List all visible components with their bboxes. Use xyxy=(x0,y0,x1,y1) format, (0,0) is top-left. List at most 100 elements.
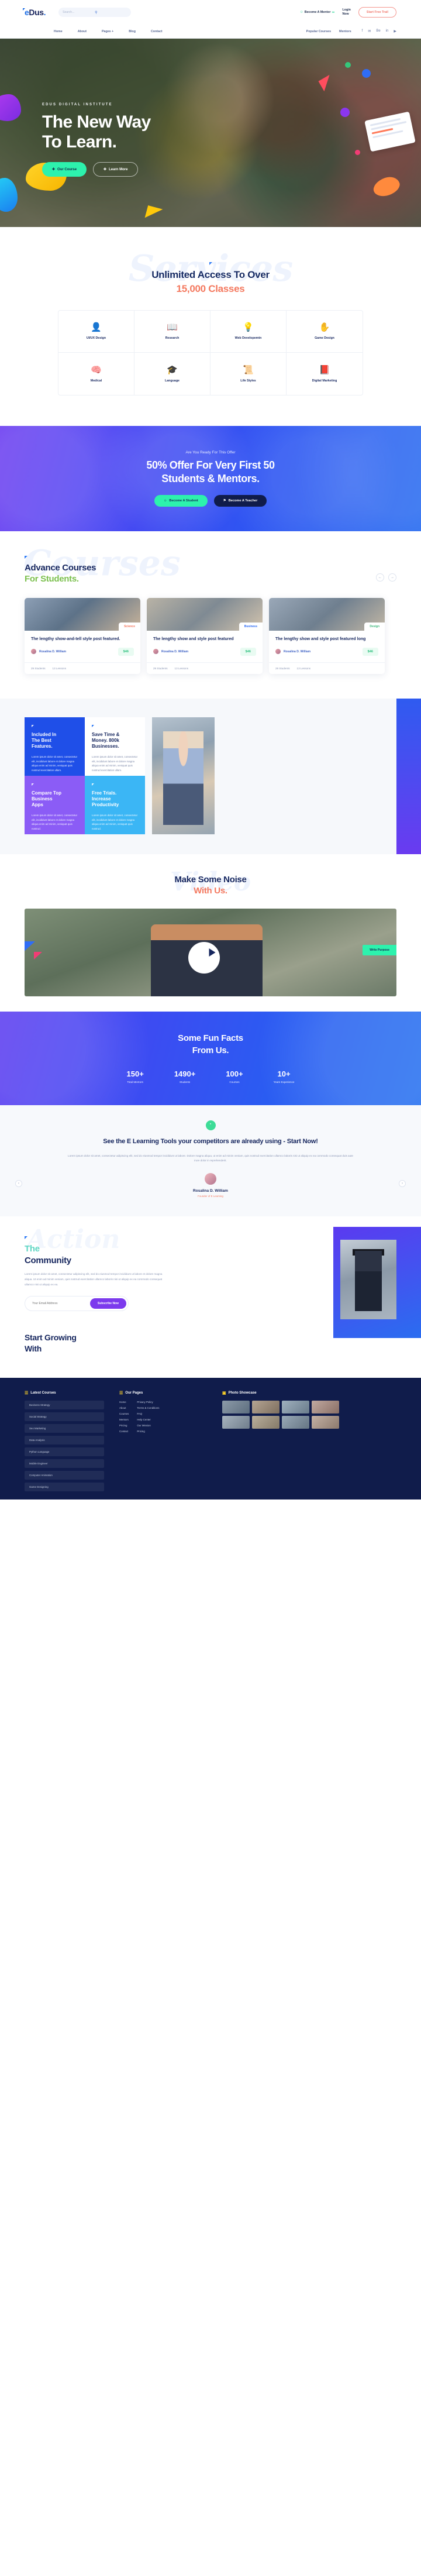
logo-dot: . xyxy=(43,8,46,17)
site-logo[interactable]: eDus. xyxy=(23,8,46,17)
hero-title-line1: The New Way xyxy=(42,112,151,132)
list-item[interactable]: Data Analysis xyxy=(25,1435,104,1445)
learn-more-button[interactable]: ✚ Learn More xyxy=(93,162,139,177)
brain-icon: 🧠 xyxy=(91,364,102,375)
search-input[interactable]: Search... ⚲ xyxy=(58,8,132,17)
arrow-left-icon[interactable]: ‹ xyxy=(15,1179,22,1187)
photo-thumbnail[interactable] xyxy=(222,1400,250,1413)
photo-thumbnail[interactable] xyxy=(312,1400,339,1413)
list-item[interactable]: Pricing xyxy=(137,1430,159,1433)
grow-title-line1: Start Growing xyxy=(25,1333,77,1343)
services-title: Unlimited Access To Over 15,000 Classes xyxy=(0,269,421,295)
arrow-right-icon[interactable]: → xyxy=(388,573,396,582)
youtube-icon[interactable]: ▶ xyxy=(394,29,396,33)
top-bar-actions: ☺ Become A Mentor ⚰ Login Now Start Free… xyxy=(300,7,396,18)
video-badge[interactable]: Write Purpose xyxy=(363,944,396,955)
offer-title: 50% Offer For Very First 50 Students & M… xyxy=(146,459,275,486)
list-item[interactable]: Privacy Policy xyxy=(137,1401,159,1404)
feature-card-save-time[interactable]: Save Time & Money. 800k Businesses. Lore… xyxy=(85,717,145,776)
nav-item-popular-courses[interactable]: Popular Courses xyxy=(306,30,331,33)
nav-item-mentors[interactable]: Mentors xyxy=(339,30,351,33)
twitter-icon[interactable]: ✉ xyxy=(368,29,371,33)
list-item[interactable]: Mentors xyxy=(119,1418,129,1421)
login-link[interactable]: Login Now xyxy=(342,8,350,16)
nav-item-contact[interactable]: Contact xyxy=(151,30,163,33)
list-item[interactable]: Python Language xyxy=(25,1447,104,1456)
list-item[interactable]: Seo Marketing xyxy=(25,1423,104,1433)
list-item[interactable]: Business Strategy xyxy=(25,1400,104,1409)
list-item[interactable]: Computer Animation xyxy=(25,1470,104,1480)
arrow-left-icon[interactable]: ← xyxy=(376,573,384,582)
nav-item-pages[interactable]: Pages + xyxy=(102,30,113,33)
our-course-button[interactable]: ✚ Our Course xyxy=(42,162,87,177)
list-item[interactable]: Mobile Engineer xyxy=(25,1459,104,1468)
nav-item-home[interactable]: Home xyxy=(54,30,63,33)
search-icon[interactable]: ⚲ xyxy=(95,11,127,15)
flag-icon: ⚑ xyxy=(223,499,226,503)
list-item[interactable]: Contact xyxy=(119,1430,129,1433)
list-item[interactable]: Our Mission xyxy=(137,1424,159,1427)
list-item[interactable]: Help Center xyxy=(137,1418,159,1421)
behance-icon[interactable]: Be xyxy=(376,29,380,33)
become-teacher-button[interactable]: ⚑ Become A Teacher xyxy=(213,495,267,507)
arrow-right-icon[interactable]: › xyxy=(399,1179,406,1187)
list-item[interactable]: Terms & Conditions xyxy=(137,1406,159,1409)
course-card[interactable]: Science The lengthy show-and-tell style … xyxy=(25,597,140,674)
our-course-label: Our Course xyxy=(57,167,77,171)
service-card-game-design[interactable]: ✋ Game Design xyxy=(287,311,363,353)
facebook-icon[interactable]: f xyxy=(362,29,363,33)
service-card-medical[interactable]: 🧠 Medical xyxy=(58,353,134,395)
photo-thumbnail[interactable] xyxy=(282,1400,309,1413)
feature-card-free-trials[interactable]: Free Trials. Increase Productivity Lorem… xyxy=(85,775,145,834)
service-card-uiux[interactable]: 👤 UI/UX Design xyxy=(58,311,134,353)
photo-thumbnail[interactable] xyxy=(252,1415,279,1429)
photo-thumbnail[interactable] xyxy=(222,1415,250,1429)
subscribe-button[interactable]: Subscribe Now xyxy=(89,1298,126,1309)
start-free-trial-button[interactable]: Start Free Trail xyxy=(358,7,396,18)
nav-item-about[interactable]: About xyxy=(78,30,87,33)
tick-icon xyxy=(32,783,34,786)
video-player[interactable]: Write Purpose xyxy=(25,908,396,996)
grow-title: Start Growing With xyxy=(25,1332,396,1354)
become-student-button[interactable]: ☺ Become A Student xyxy=(154,495,208,507)
photo-thumbnail[interactable] xyxy=(252,1400,279,1413)
service-card-life-styles[interactable]: 📜 Life Styles xyxy=(210,353,287,395)
footer-col-title: ☰ Our Pages xyxy=(119,1391,207,1395)
services-title-line1: Unlimited Access To Over xyxy=(151,269,270,280)
course-card[interactable]: Business The lengthy show and style post… xyxy=(147,597,263,674)
service-card-language[interactable]: 🎓 Language xyxy=(134,353,210,395)
section-tick-icon xyxy=(209,262,212,265)
course-students: 29 Students xyxy=(153,666,168,670)
service-card-web-development[interactable]: 💡 Web Developemtn xyxy=(210,311,287,353)
become-mentor-link[interactable]: ☺ Become A Mentor ⚰ xyxy=(300,11,335,15)
offer-buttons: ☺ Become A Student ⚑ Become A Teacher xyxy=(146,495,274,507)
hero-kicker: EDUS DIGITAL INSTITUTE xyxy=(42,103,113,106)
top-bar: eDus. Search... ⚲ ☺ Become A Mentor ⚰ Lo… xyxy=(0,0,421,25)
list-item[interactable]: About xyxy=(119,1406,129,1409)
stat-students: 1490+ Students xyxy=(174,1069,196,1084)
nav-item-blog[interactable]: Blog xyxy=(129,30,136,33)
footer-columns: ☰ Latest Courses Business Strategy Socia… xyxy=(25,1391,396,1491)
linkedin-icon[interactable]: in xyxy=(386,29,389,33)
user-icon: ☺ xyxy=(163,499,167,503)
list-item[interactable]: FAQ xyxy=(137,1412,159,1415)
list-item[interactable]: Game Designing xyxy=(25,1482,104,1491)
photo-thumbnail[interactable] xyxy=(282,1415,309,1429)
photo-thumbnail[interactable] xyxy=(312,1415,339,1429)
list-item[interactable]: Social Strategy xyxy=(25,1412,104,1421)
list-item[interactable]: Home xyxy=(119,1401,129,1404)
feature-title-line2: Money. 800k xyxy=(92,738,119,744)
feature-card-compare-apps[interactable]: Compare Top Business Apps Lorem ipsum do… xyxy=(25,775,85,834)
social-links: f ✉ Be in ▶ xyxy=(362,29,396,33)
testimonial-title: See the E Learning Tools your competitor… xyxy=(103,1137,318,1145)
service-card-digital-marketing[interactable]: 📕 Digital Marketing xyxy=(287,353,363,395)
list-item[interactable]: Pricing xyxy=(119,1424,129,1427)
email-field[interactable] xyxy=(27,1301,90,1305)
course-card[interactable]: Design The lengthy show and style post f… xyxy=(269,597,385,674)
list-item[interactable]: Courses xyxy=(119,1412,129,1415)
course-author: Rosalina D. William xyxy=(161,649,189,654)
play-button[interactable] xyxy=(188,941,220,974)
feature-card-included[interactable]: Included In The Best Features. Lorem ips… xyxy=(25,717,85,776)
service-card-research[interactable]: 📖 Research xyxy=(134,311,210,353)
facts-background-image xyxy=(0,1011,421,1105)
